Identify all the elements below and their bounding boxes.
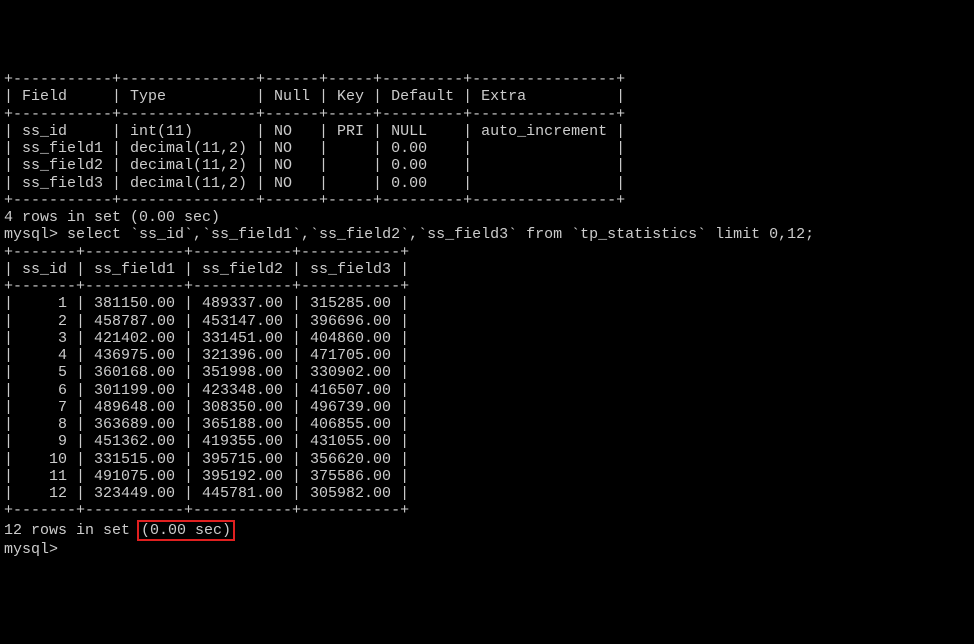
prompt-line[interactable]: mysql> select `ss_id`,`ss_field1`,`ss_fi…: [4, 226, 970, 243]
sql-query: select `ss_id`,`ss_field1`,`ss_field2`,`…: [67, 226, 814, 243]
rows-summary: 4 rows in set (0.00 sec): [4, 209, 970, 226]
table-row: | 1 | 381150.00 | 489337.00 | 315285.00 …: [4, 295, 970, 312]
summary-prefix: 12 rows in set: [4, 522, 139, 539]
table-border: +-------+-----------+-----------+-------…: [4, 278, 970, 295]
table-border: +-----------+---------------+------+----…: [4, 106, 970, 123]
table-header-row: | ss_id | ss_field1 | ss_field2 | ss_fie…: [4, 261, 970, 278]
table-row: | ss_id | int(11) | NO | PRI | NULL | au…: [4, 123, 970, 140]
mysql-prompt: mysql>: [4, 226, 67, 243]
table-row: | 5 | 360168.00 | 351998.00 | 330902.00 …: [4, 364, 970, 381]
prompt-line[interactable]: mysql>: [4, 541, 970, 558]
table-row: | 8 | 363689.00 | 365188.00 | 406855.00 …: [4, 416, 970, 433]
terminal-output[interactable]: +-----------+---------------+------+----…: [4, 71, 970, 558]
table-row: | 12 | 323449.00 | 445781.00 | 305982.00…: [4, 485, 970, 502]
table-border: +-----------+---------------+------+----…: [4, 192, 970, 209]
rows-summary: 12 rows in set (0.00 sec): [4, 520, 970, 541]
table-border: +-----------+---------------+------+----…: [4, 71, 970, 88]
table-row: | 10 | 331515.00 | 395715.00 | 356620.00…: [4, 451, 970, 468]
table-row: | 11 | 491075.00 | 395192.00 | 375586.00…: [4, 468, 970, 485]
table-border: +-------+-----------+-----------+-------…: [4, 244, 970, 261]
table-row: | 4 | 436975.00 | 321396.00 | 471705.00 …: [4, 347, 970, 364]
table-row: | ss_field1 | decimal(11,2) | NO | | 0.0…: [4, 140, 970, 157]
table-border: +-------+-----------+-----------+-------…: [4, 502, 970, 519]
query-time-highlight: (0.00 sec): [137, 520, 235, 541]
table-header-row: | Field | Type | Null | Key | Default | …: [4, 88, 970, 105]
table-row: | ss_field2 | decimal(11,2) | NO | | 0.0…: [4, 157, 970, 174]
table-row: | 3 | 421402.00 | 331451.00 | 404860.00 …: [4, 330, 970, 347]
table-row: | ss_field3 | decimal(11,2) | NO | | 0.0…: [4, 175, 970, 192]
table-row: | 7 | 489648.00 | 308350.00 | 496739.00 …: [4, 399, 970, 416]
table-row: | 6 | 301199.00 | 423348.00 | 416507.00 …: [4, 382, 970, 399]
table-row: | 9 | 451362.00 | 419355.00 | 431055.00 …: [4, 433, 970, 450]
table-row: | 2 | 458787.00 | 453147.00 | 396696.00 …: [4, 313, 970, 330]
